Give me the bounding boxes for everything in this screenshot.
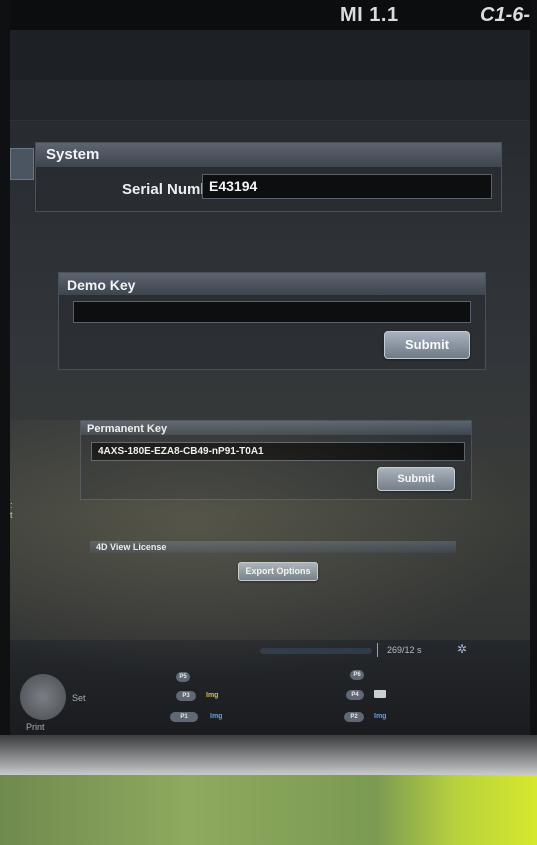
- system-panel-title: System: [36, 143, 501, 167]
- p6-button[interactable]: P6: [350, 670, 364, 680]
- mechanical-index: MI 1.1: [340, 4, 399, 26]
- system-panel: System Serial Number E43194: [35, 142, 502, 212]
- p1-img-label: Img: [210, 713, 223, 720]
- demo-key-submit-button[interactable]: Submit: [384, 331, 470, 359]
- demo-key-input[interactable]: [73, 301, 471, 323]
- p4-button[interactable]: P4: [346, 690, 364, 700]
- status-bar: MI 1.1 C1-6-D: [10, 0, 530, 30]
- bottom-control-strip: [10, 640, 530, 735]
- side-tab[interactable]: [10, 148, 34, 180]
- settings-icon[interactable]: ✲: [457, 642, 467, 656]
- side-glyphs: :t: [10, 500, 13, 520]
- p3-img-label: Img: [206, 692, 219, 699]
- printer-icon: [374, 690, 386, 698]
- print-label: Print: [26, 722, 45, 732]
- 4d-view-license-panel: 4D View License: [90, 541, 456, 553]
- demo-key-title: Demo Key: [59, 273, 485, 295]
- probe-name: C1-6-D: [480, 4, 530, 26]
- header-band: [10, 30, 530, 81]
- header-band-lower: [10, 80, 530, 121]
- 4d-view-license-title: 4D View License: [90, 541, 456, 553]
- permanent-key-submit-button[interactable]: Submit: [377, 467, 455, 491]
- ultrasound-screen: MI 1.1 C1-6-D :t System Serial Number E4…: [10, 0, 530, 735]
- cine-counter: 269/12 s: [387, 645, 422, 655]
- desk-surface: [0, 775, 537, 845]
- p5-button[interactable]: P5: [176, 672, 190, 682]
- set-label: Set: [72, 693, 86, 703]
- serial-number-field: E43194: [202, 174, 492, 199]
- permanent-key-title: Permanent Key: [81, 421, 471, 435]
- export-options-button[interactable]: Export Options: [238, 562, 318, 581]
- permanent-key-panel: Permanent Key 4AXS-180E-EZA8-CB49-nP91-T…: [80, 420, 472, 500]
- cine-separator: [377, 643, 378, 657]
- p1-button[interactable]: P1: [170, 712, 198, 722]
- p3-button[interactable]: P3: [176, 691, 196, 701]
- monitor-frame-edge: [0, 735, 537, 775]
- p2-button[interactable]: P2: [344, 712, 364, 722]
- cine-progress-bar[interactable]: [260, 648, 372, 654]
- p2-img-label: Img: [374, 713, 387, 720]
- permanent-key-input[interactable]: 4AXS-180E-EZA8-CB49-nP91-T0A1: [91, 442, 465, 461]
- trackball-icon[interactable]: [20, 674, 66, 720]
- demo-key-panel: Demo Key Submit: [58, 272, 486, 370]
